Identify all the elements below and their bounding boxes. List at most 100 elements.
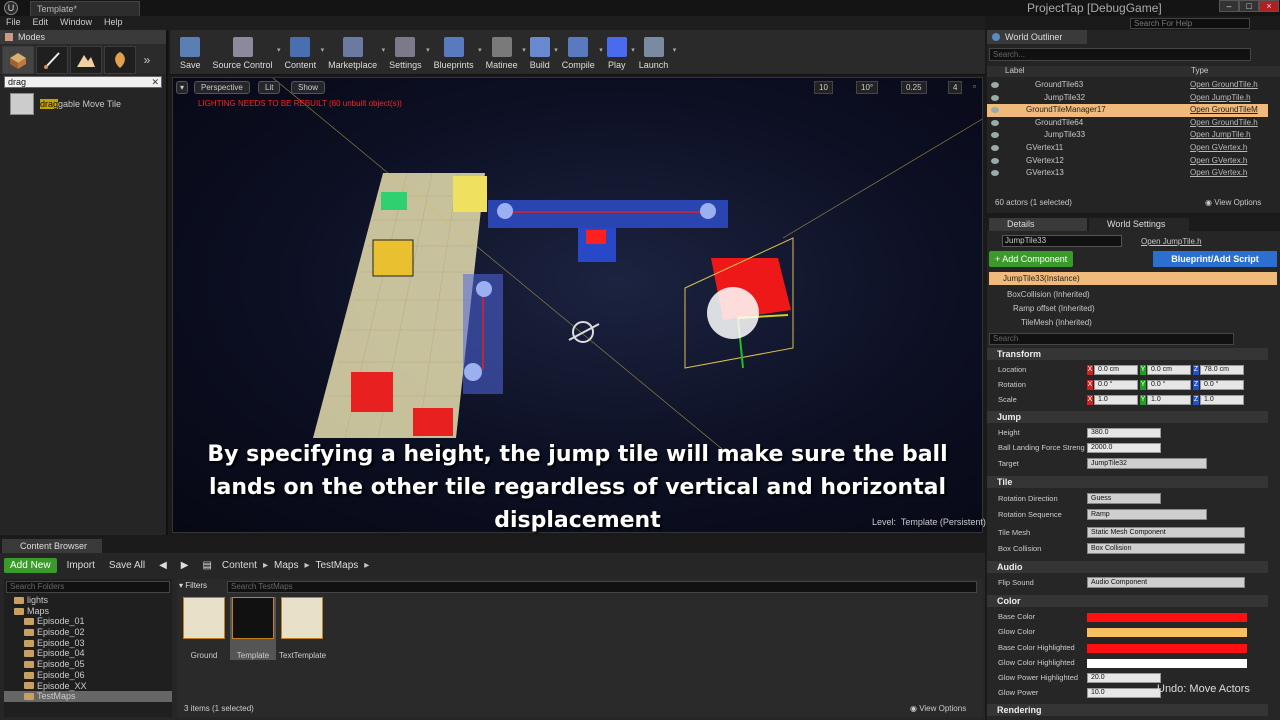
- visibility-eye-icon[interactable]: [991, 170, 999, 177]
- search-folders-input[interactable]: Search Folders: [6, 581, 170, 593]
- actor-type-link[interactable]: Open GroundTileM: [1190, 104, 1258, 117]
- asset-tile[interactable]: Ground: [181, 597, 227, 660]
- world-outliner-tab[interactable]: World Outliner: [987, 30, 1087, 44]
- location-y-input[interactable]: 0.0 cm: [1147, 365, 1191, 375]
- document-tab[interactable]: Template*: [30, 1, 140, 16]
- add-new-button[interactable]: Add New: [4, 557, 57, 573]
- launch-button[interactable]: Launch ▾: [633, 30, 677, 74]
- build-button[interactable]: Build ▾: [524, 30, 558, 74]
- instance-row[interactable]: JumpTile33(Instance): [989, 272, 1277, 285]
- outliner-row[interactable]: GVertex13 Open GVertex.h: [987, 167, 1268, 180]
- height-input[interactable]: 380.0: [1087, 428, 1161, 438]
- actor-type-link[interactable]: Open GVertex.h: [1190, 142, 1247, 155]
- perspective-button[interactable]: Perspective: [194, 81, 250, 94]
- play-button[interactable]: Play ▾: [601, 30, 635, 74]
- target-dropdown[interactable]: JumpTile32: [1087, 458, 1207, 469]
- jump-section[interactable]: Jump: [987, 411, 1268, 423]
- maximize-viewport-icon[interactable]: ▫: [969, 81, 980, 94]
- draggable-move-tile-item[interactable]: draggable Move Tile: [0, 90, 166, 118]
- camera-speed-value[interactable]: 4: [948, 81, 963, 94]
- tile-section[interactable]: Tile: [987, 476, 1268, 488]
- actor-type-link[interactable]: Open GVertex.h: [1190, 155, 1247, 168]
- transform-section[interactable]: Transform: [987, 348, 1268, 360]
- rotation-x-input[interactable]: 0.0 °: [1094, 380, 1138, 390]
- visibility-eye-icon[interactable]: [991, 94, 999, 101]
- paint-mode-icon[interactable]: [36, 46, 68, 74]
- dropdown-caret-icon[interactable]: ▾: [673, 46, 677, 54]
- breadcrumb-maps[interactable]: Maps: [274, 560, 298, 571]
- component-boxcollision[interactable]: BoxCollision (Inherited): [1007, 290, 1090, 299]
- details-tab[interactable]: Details: [989, 218, 1087, 231]
- rotation-snap-value[interactable]: 10°: [856, 81, 879, 94]
- add-component-button[interactable]: + Add Component: [989, 251, 1074, 267]
- folder-item[interactable]: Episode_04: [4, 648, 172, 659]
- visibility-eye-icon[interactable]: [991, 119, 999, 126]
- outliner-row[interactable]: GroundTile64 Open GroundTile.h: [987, 117, 1268, 130]
- rendering-section[interactable]: Rendering: [987, 704, 1268, 716]
- asset-tile[interactable]: TextTemplate: [279, 597, 326, 660]
- open-source-link[interactable]: Open JumpTile.h: [1141, 237, 1202, 246]
- world-settings-tab[interactable]: World Settings: [1089, 218, 1189, 231]
- rotation-direction-dropdown[interactable]: Guess: [1087, 493, 1161, 504]
- outliner-row[interactable]: GVertex12 Open GVertex.h: [987, 155, 1268, 168]
- color-swatch[interactable]: [1087, 658, 1247, 668]
- filters-button[interactable]: ▾ Filters: [179, 581, 227, 593]
- folder-item[interactable]: Episode_05: [4, 659, 172, 670]
- actor-type-link[interactable]: Open GroundTile.h: [1190, 117, 1258, 130]
- visibility-eye-icon[interactable]: [991, 82, 999, 88]
- clear-search-icon[interactable]: ✕: [151, 77, 159, 88]
- modes-tab[interactable]: Modes: [0, 30, 166, 44]
- folder-item[interactable]: Episode_01: [4, 616, 172, 627]
- color-swatch[interactable]: [1087, 643, 1247, 653]
- scale-x-input[interactable]: 1.0: [1094, 395, 1138, 405]
- maximize-icon[interactable]: □: [1239, 0, 1259, 12]
- folder-item[interactable]: Maps: [4, 606, 172, 617]
- menu-file[interactable]: File: [0, 16, 27, 27]
- outliner-row[interactable]: JumpTile33 Open JumpTile.h: [987, 129, 1268, 142]
- outliner-row[interactable]: JumpTile32 Open JumpTile.h: [987, 92, 1268, 105]
- geometry-mode-icon[interactable]: »: [138, 46, 156, 74]
- menu-window[interactable]: Window: [54, 16, 98, 27]
- folder-item[interactable]: Episode_03: [4, 638, 172, 649]
- actor-type-link[interactable]: Open GVertex.h: [1190, 167, 1247, 180]
- compile-button[interactable]: Compile ▾: [556, 30, 603, 74]
- close-icon[interactable]: ×: [1259, 0, 1279, 12]
- actor-type-link[interactable]: Open JumpTile.h: [1190, 92, 1251, 105]
- grid-snap-value[interactable]: 10: [814, 81, 833, 94]
- asset-tile[interactable]: Template: [230, 597, 276, 660]
- blueprints-button[interactable]: Blueprints ▾: [428, 30, 482, 74]
- matinee-button[interactable]: Matinee ▾: [480, 30, 526, 74]
- viewport-menu-button[interactable]: ▾: [176, 81, 189, 94]
- scale-snap-value[interactable]: 0.25: [901, 81, 927, 94]
- component-tilemesh[interactable]: TileMesh (Inherited): [1021, 318, 1092, 327]
- color-section[interactable]: Color: [987, 595, 1268, 607]
- modes-search-input[interactable]: drag ✕: [4, 76, 162, 88]
- show-button[interactable]: Show: [291, 81, 326, 94]
- search-help-input[interactable]: Search For Help: [1130, 18, 1250, 29]
- location-z-input[interactable]: 78.0 cm: [1200, 365, 1244, 375]
- settings-button[interactable]: Settings ▾: [383, 30, 430, 74]
- location-x-input[interactable]: 0.0 cm: [1094, 365, 1138, 375]
- component-ramp-offset[interactable]: Ramp offset (Inherited): [1013, 304, 1095, 313]
- marketplace-button[interactable]: Marketplace ▾: [322, 30, 385, 74]
- folder-item[interactable]: Episode_06: [4, 670, 172, 681]
- source-control-button[interactable]: Source Control ▾: [207, 30, 281, 74]
- landscape-mode-icon[interactable]: [70, 46, 102, 74]
- forward-arrow-icon[interactable]: ▶: [177, 558, 193, 573]
- outliner-search-input[interactable]: Search...: [989, 48, 1251, 61]
- outliner-row[interactable]: GroundTileManager17 Open GroundTileM: [987, 104, 1268, 117]
- folder-item[interactable]: Episode_XX: [4, 681, 172, 692]
- audio-section[interactable]: Audio: [987, 561, 1268, 573]
- glow-power-highlighted-input[interactable]: 20.0: [1087, 673, 1161, 683]
- actor-type-link[interactable]: Open JumpTile.h: [1190, 129, 1251, 142]
- outliner-row[interactable]: GVertex11 Open GVertex.h: [987, 142, 1268, 155]
- box-collision-dropdown[interactable]: Box Collision: [1087, 543, 1245, 554]
- folder-item[interactable]: Episode_02: [4, 627, 172, 638]
- color-swatch[interactable]: [1087, 613, 1247, 622]
- menu-help[interactable]: Help: [98, 16, 129, 27]
- landing-force-input[interactable]: 2000.0: [1087, 443, 1161, 453]
- details-search-input[interactable]: Search: [989, 333, 1234, 345]
- place-mode-icon[interactable]: [2, 46, 34, 74]
- menu-edit[interactable]: Edit: [27, 16, 55, 27]
- search-assets-input[interactable]: Search TestMaps: [227, 581, 977, 593]
